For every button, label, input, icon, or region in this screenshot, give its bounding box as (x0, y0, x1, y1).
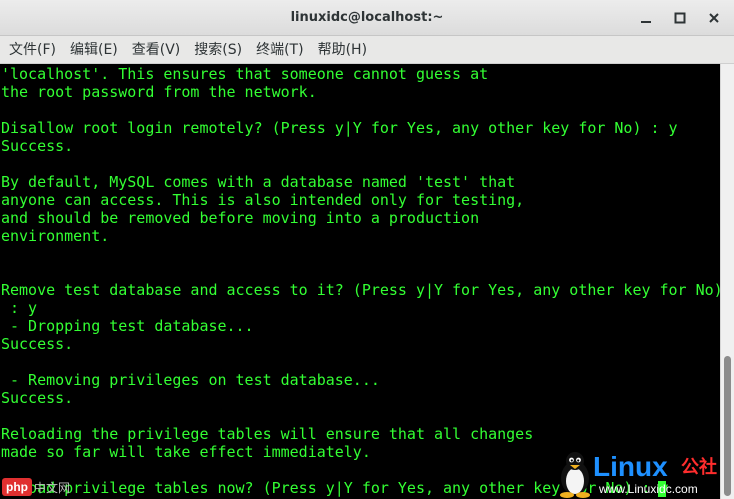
menu-search[interactable]: 搜索(S) (187, 37, 249, 63)
terminal-line: the root password from the network. (1, 83, 317, 101)
linux-brand-text: Linux (593, 451, 668, 482)
terminal-line: : y (1, 299, 38, 317)
menu-help[interactable]: 帮助(H) (311, 37, 374, 63)
linux-brand-cn-text: 公社 (681, 457, 717, 478)
terminal-line: Disallow root login remotely? (Press y|Y… (1, 119, 678, 137)
terminal-line: By default, MySQL comes with a database … (1, 173, 516, 191)
tux-penguin-icon (560, 452, 590, 498)
menu-edit[interactable]: 编辑(E) (63, 37, 125, 63)
menu-terminal[interactable]: 终端(T) (249, 37, 310, 63)
php-watermark-text: 中文网 (34, 481, 71, 495)
terminal-window: linuxidc@localhost:~ 文件(F) 编辑(E) 查看(V) 搜… (0, 0, 734, 499)
close-button[interactable] (704, 8, 724, 28)
close-icon (709, 13, 719, 23)
window-title: linuxidc@localhost:~ (290, 10, 444, 25)
terminal-line: anyone can access. This is also intended… (1, 191, 525, 209)
php-watermark-badge: php (2, 478, 32, 496)
terminal-line: Success. (1, 335, 74, 353)
minimize-button[interactable] (636, 8, 656, 28)
terminal-line: Success. (1, 137, 74, 155)
terminal-output[interactable]: 'localhost'. This ensures that someone c… (0, 64, 720, 499)
terminal-line: Reloading the privilege tables will ensu… (1, 425, 534, 443)
terminal-line: - Removing privileges on test database..… (1, 371, 380, 389)
terminal-line: and should be removed before moving into… (1, 209, 480, 227)
menu-bar: 文件(F) 编辑(E) 查看(V) 搜索(S) 终端(T) 帮助(H) (0, 36, 734, 64)
linux-watermark: Linux 公社 www.Linuxidc.com (555, 450, 730, 498)
title-bar[interactable]: linuxidc@localhost:~ (0, 0, 734, 36)
linux-watermark-url: www.Linuxidc.com (599, 482, 698, 496)
terminal-line: 'localhost'. This ensures that someone c… (1, 65, 489, 83)
terminal-line: made so far will take effect immediately… (1, 443, 371, 461)
terminal-line: environment. (1, 227, 110, 245)
maximize-icon (674, 12, 686, 24)
menu-view[interactable]: 查看(V) (125, 37, 188, 63)
terminal-line: Remove test database and access to it? (… (1, 281, 720, 299)
terminal-line: Success. (1, 389, 74, 407)
minimize-icon (641, 21, 651, 23)
maximize-button[interactable] (670, 8, 690, 28)
vertical-scrollbar[interactable] (720, 64, 734, 499)
menu-file[interactable]: 文件(F) (2, 37, 63, 63)
terminal-line: - Dropping test database... (1, 317, 254, 335)
